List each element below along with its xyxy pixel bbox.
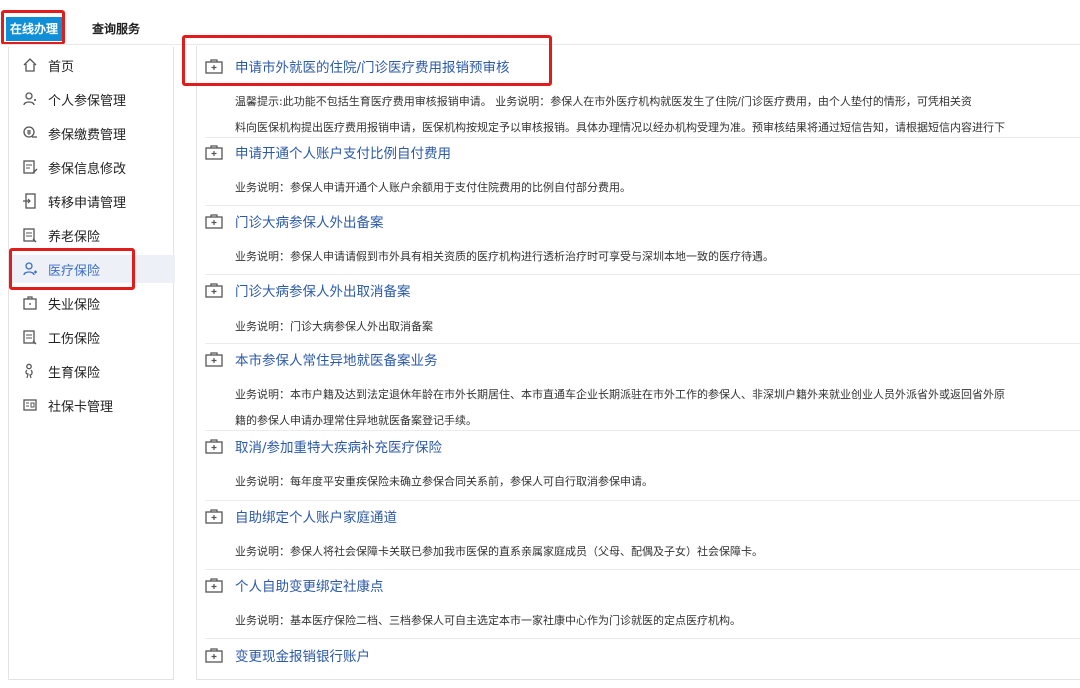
service-title: 申请开通个人账户支付比例自付费用 [235,146,451,162]
service-item-outpatient-filing[interactable]: 门诊大病参保人外出备案 [205,208,384,234]
service-item-family-binding[interactable]: 自助绑定个人账户家庭通道 [205,503,397,529]
sidebar-item-home[interactable]: 首页 [9,51,175,79]
service-item-critical-illness[interactable]: 取消/参加重特大疾病补充医疗保险 [205,433,442,459]
service-description: 温馨提示:此功能不包括生育医疗费用审核报销申请。 业务说明：参保人在市外医疗机构… [235,95,972,108]
divider [205,569,1080,570]
service-description: 业务说明：基本医疗保险二档、三档参保人可自主选定本市一家社康中心作为门诊就医的定… [235,614,741,627]
medical-kit-icon [205,58,223,74]
service-item-bank-account[interactable]: 变更现金报销银行账户 [205,642,370,668]
service-item-outpatient-cancel[interactable]: 门诊大病参保人外出取消备案 [205,277,411,303]
top-divider [0,44,1080,45]
medical-kit-icon [205,351,223,367]
maternity-icon [22,363,38,379]
sidebar-item-transfer[interactable]: 转移申请管理 [9,187,175,215]
service-title: 门诊大病参保人外出取消备案 [235,284,411,300]
medical-kit-icon [205,438,223,454]
tab-query-service[interactable]: 查询服务 [92,20,140,37]
service-description: 业务说明：本市户籍及达到法定退休年龄在市外长期居住、本市直通车企业长期派驻在市外… [235,388,1005,401]
divider [205,205,1080,206]
sidebar-item-payment[interactable]: 参保缴费管理 [9,119,175,147]
service-item-remote-filing[interactable]: 本市参保人常住异地就医备案业务 [205,346,438,372]
divider [205,638,1080,639]
service-title: 本市参保人常住异地就医备案业务 [235,353,438,369]
service-title: 取消/参加重特大疾病补充医疗保险 [235,440,443,456]
service-description: 业务说明：门诊大病参保人外出取消备案 [235,320,433,333]
sidebar-item-pension[interactable]: 养老保险 [9,221,175,249]
sidebar-item-label: 参保信息修改 [48,161,127,177]
sidebar-item-label: 个人参保管理 [48,93,127,109]
divider [205,343,1080,344]
medical-kit-icon [205,647,223,663]
sidebar-item-personal-insurance[interactable]: 个人参保管理 [9,85,175,113]
medical-user-icon [22,261,38,277]
sidebar-item-label: 医疗保险 [48,263,101,279]
service-item-outside-reimbursement[interactable]: 申请市外就医的住院/门诊医疗费用报销预审核 [205,53,510,79]
sidebar-item-label: 转移申请管理 [48,195,127,211]
document-icon [22,329,38,345]
divider [205,500,1080,501]
edit-icon [22,159,38,175]
service-item-account-payment[interactable]: 申请开通个人账户支付比例自付费用 [205,139,451,165]
sidebar-item-work-injury[interactable]: 工伤保险 [9,323,175,351]
home-icon [22,57,38,73]
medical-kit-icon [205,213,223,229]
top-tab-bar: 在线办理 查询服务 [0,0,1080,45]
service-title: 自助绑定个人账户家庭通道 [235,510,397,526]
medical-kit-icon [205,508,223,524]
sidebar: 首页 个人参保管理 参保缴费管理 参保信息修改 转移申请管理 养老保险 医疗保险… [8,47,175,680]
service-item-community-clinic[interactable]: 个人自助变更绑定社康点 [205,572,384,598]
service-title: 个人自助变更绑定社康点 [235,579,384,595]
sidebar-item-card[interactable]: 社保卡管理 [9,391,175,419]
service-description: 业务说明：参保人申请开通个人账户余额用于支付住院费用的比例自付部分费用。 [235,181,631,194]
service-description: 籍的参保人申请办理常住异地就医备案登记手续。 [235,414,477,427]
service-description: 业务说明：参保人将社会保障卡关联已参加我市医保的直系亲属家庭成员（父母、配偶及子… [235,545,763,558]
transfer-icon [22,193,38,209]
sidebar-item-label: 参保缴费管理 [48,127,127,143]
service-description: 料向医保机构提出医疗费用报销申请，医保机构按规定予以审核报销。具体办理情况以经办… [235,121,1005,134]
sidebar-item-label: 生育保险 [48,365,101,381]
sidebar-item-info-edit[interactable]: 参保信息修改 [9,153,175,181]
sidebar-item-label: 失业保险 [48,297,101,313]
sidebar-item-label: 养老保险 [48,229,101,245]
briefcase-icon [22,295,38,311]
document-icon [22,227,38,243]
sidebar-item-label: 首页 [48,59,75,75]
sidebar-item-medical[interactable]: 医疗保险 [9,255,175,283]
service-description: 业务说明：参保人申请请假到市外具有相关资质的医疗机构进行透析治疗时可享受与深圳本… [235,250,774,263]
divider [205,137,1080,138]
sidebar-item-unemployment[interactable]: 失业保险 [9,289,175,317]
medical-kit-icon [205,144,223,160]
service-title: 变更现金报销银行账户 [235,649,370,665]
sidebar-item-label: 社保卡管理 [48,399,114,415]
medical-kit-icon [205,282,223,298]
payment-icon [22,125,38,141]
service-title: 门诊大病参保人外出备案 [235,215,384,231]
card-icon [22,397,38,413]
sidebar-item-label: 工伤保险 [48,331,101,347]
divider [205,274,1080,275]
tab-online-service[interactable]: 在线办理 [6,17,63,41]
sidebar-item-maternity[interactable]: 生育保险 [9,357,175,385]
user-icon [22,91,38,107]
service-description: 业务说明：每年度平安重疾保险未确立参保合同关系前，参保人可自行取消参保申请。 [235,475,653,488]
divider [205,430,1080,431]
service-title: 申请市外就医的住院/门诊医疗费用报销预审核 [235,60,510,76]
medical-kit-icon [205,577,223,593]
